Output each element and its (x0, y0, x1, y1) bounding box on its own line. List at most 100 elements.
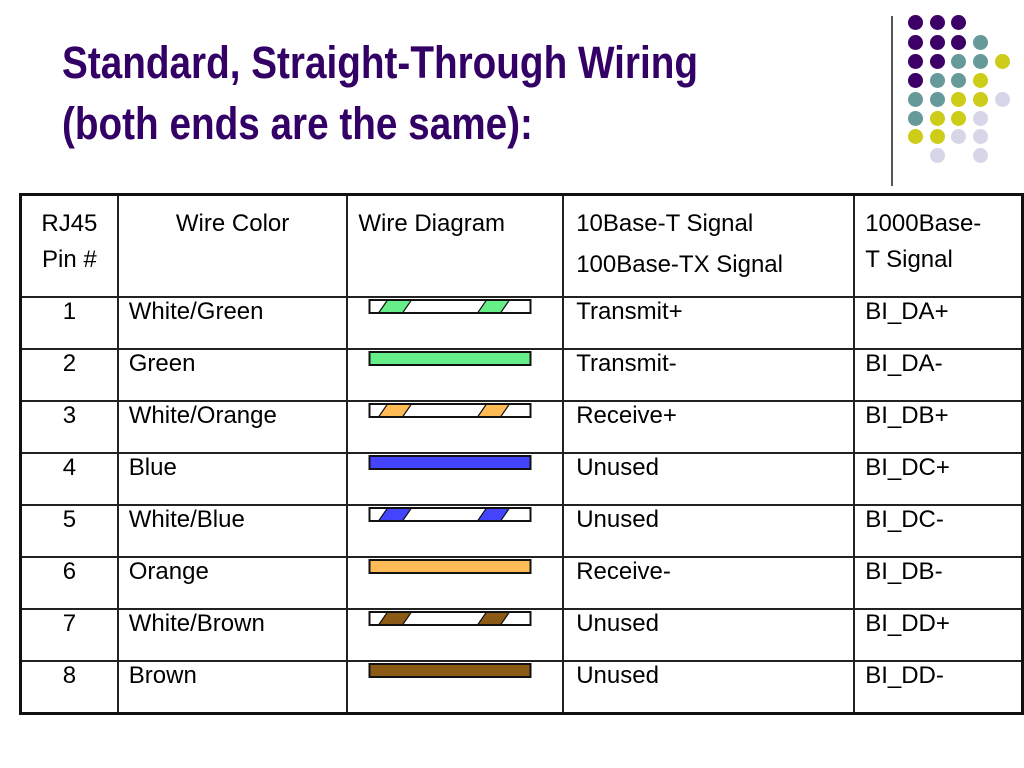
decorative-dot-yellow (950, 110, 966, 126)
striped-wire-icon (368, 611, 532, 626)
solid-wire-icon (368, 663, 532, 678)
decorative-dot-purple (929, 53, 945, 69)
signal-1000: BI_DB+ (853, 400, 1024, 454)
header-pin-line-2: Pin # (42, 246, 97, 273)
wire-diagram (346, 348, 565, 402)
table-row: 8 Brown Unused BI_DD- (19, 660, 1024, 715)
signal-10-100: Receive- (562, 556, 856, 610)
decorative-dot-purple (950, 14, 966, 30)
table-header-row: RJ45 Pin # Wire Color Wire Diagram 10Bas… (19, 193, 1024, 298)
signal-1000: BI_DA+ (853, 296, 1024, 350)
decorative-dot-purple (929, 14, 945, 30)
decorative-dot-teal (972, 34, 988, 50)
pin-number: 4 (19, 452, 119, 506)
striped-wire-icon (368, 299, 532, 314)
wire-diagram (346, 400, 565, 454)
header-wire-diagram: Wire Diagram (346, 193, 565, 298)
header-pin: RJ45 Pin # (19, 193, 119, 298)
table-row: 2 Green Transmit- BI_DA- (19, 348, 1024, 402)
decorative-dot-teal (929, 72, 945, 88)
pin-number: 6 (19, 556, 119, 610)
decorative-dot-teal (907, 91, 923, 107)
table-row: 6 Orange Receive- BI_DB- (19, 556, 1024, 610)
wire-color-name: White/Orange (116, 400, 349, 454)
decorative-dot-yellow (994, 53, 1010, 69)
decorative-dot-purple (907, 14, 923, 30)
header-signal-10-100: 10Base-T Signal 100Base-TX Signal (562, 193, 856, 298)
wire-color-name: Brown (116, 660, 349, 715)
solid-wire-icon (368, 559, 532, 574)
signal-1000: BI_DC+ (853, 452, 1024, 506)
signal-10-100: Transmit+ (562, 296, 856, 350)
decorative-dot-purple (907, 53, 923, 69)
decorative-dot-teal (950, 72, 966, 88)
wire-color-name: Green (116, 348, 349, 402)
decorative-dot-purple (950, 34, 966, 50)
decorative-dot-purple (929, 34, 945, 50)
table-row: 1 White/Green Transmit+ BI_DA+ (19, 296, 1024, 350)
wire-solid (368, 663, 532, 678)
slide-title-line-2: (both ends are the same): (62, 98, 533, 149)
decorative-dot-lavender (929, 147, 945, 163)
signal-10-100: Unused (562, 660, 856, 715)
signal-10-100: Unused (562, 608, 856, 662)
pin-number: 8 (19, 660, 119, 715)
signal-1000: BI_DC- (853, 504, 1024, 558)
slide-title-line-1: Standard, Straight-Through Wiring (62, 37, 699, 88)
wire-color-name: Blue (116, 452, 349, 506)
header-signal-10base-t: 10Base-T Signal (576, 210, 754, 237)
table-row: 7 White/Brown Unused BI_DD+ (19, 608, 1024, 662)
wire-diagram (346, 296, 565, 350)
decorative-dot-yellow (907, 128, 923, 144)
pin-number: 3 (19, 400, 119, 454)
wire-solid (368, 559, 532, 574)
decorative-dot-yellow (929, 110, 945, 126)
signal-1000: BI_DD- (853, 660, 1024, 715)
header-pin-line-1: RJ45 (41, 210, 98, 237)
decorative-dot-lavender (994, 91, 1010, 107)
table-row: 3 White/Orange Receive+ BI_DB+ (19, 400, 1024, 454)
wire-color-name: White/Green (116, 296, 349, 350)
header-wire-color: Wire Color (116, 193, 349, 298)
decorative-dot-teal (972, 53, 988, 69)
signal-10-100: Unused (562, 504, 856, 558)
decorative-dot-lavender (950, 128, 966, 144)
wiring-table: RJ45 Pin # Wire Color Wire Diagram 10Bas… (19, 193, 1024, 715)
table-row: 4 Blue Unused BI_DC+ (19, 452, 1024, 506)
signal-1000: BI_DD+ (853, 608, 1024, 662)
decorative-dot-yellow (972, 72, 988, 88)
pin-number: 5 (19, 504, 119, 558)
decorative-dot-purple (907, 34, 923, 50)
solid-wire-icon (368, 351, 532, 366)
signal-1000: BI_DA- (853, 348, 1024, 402)
decorative-dot-yellow (929, 128, 945, 144)
signal-10-100: Transmit- (562, 348, 856, 402)
decorative-dot-teal (907, 110, 923, 126)
header-signal-1000-line-2: T Signal (865, 246, 953, 273)
signal-10-100: Unused (562, 452, 856, 506)
wire-color-name: White/Blue (116, 504, 349, 558)
wire-diagram (346, 452, 565, 506)
decorative-dot-teal (929, 91, 945, 107)
decorative-divider (891, 16, 893, 186)
wire-diagram (346, 660, 565, 715)
wire-color-name: White/Brown (116, 608, 349, 662)
wire-diagram (346, 608, 565, 662)
decorative-dot-lavender (972, 128, 988, 144)
table-row: 5 White/Blue Unused BI_DC- (19, 504, 1024, 558)
decorative-dot-lavender (972, 110, 988, 126)
pin-number: 1 (19, 296, 119, 350)
solid-wire-icon (368, 455, 532, 470)
header-signal-1000-line-1: 1000Base- (865, 210, 982, 237)
wire-diagram (346, 556, 565, 610)
wire-diagram (346, 504, 565, 558)
slide-title: Standard, Straight-Through Wiring (both … (62, 32, 698, 154)
header-signal-100base-tx: 100Base-TX Signal (576, 251, 783, 278)
wire-color-name: Orange (116, 556, 349, 610)
header-signal-1000: 1000Base- T Signal (853, 193, 1024, 298)
decorative-dot-teal (950, 53, 966, 69)
signal-1000: BI_DB- (853, 556, 1024, 610)
signal-10-100: Receive+ (562, 400, 856, 454)
striped-wire-icon (368, 403, 532, 418)
decorative-dot-yellow (950, 91, 966, 107)
